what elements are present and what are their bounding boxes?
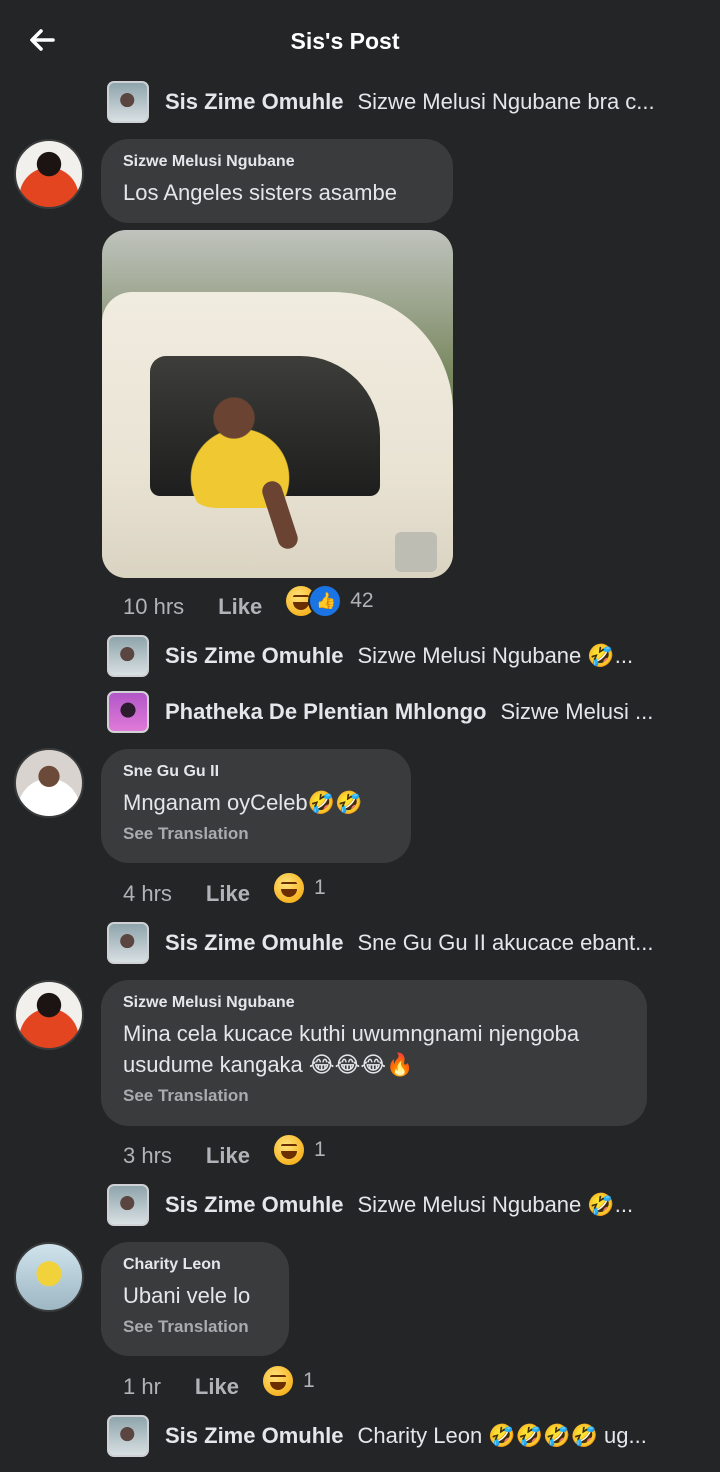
- reply-author[interactable]: Sis Zime Omuhle: [165, 89, 344, 115]
- avatar[interactable]: [107, 1415, 149, 1457]
- reply-text: Charity Leon 🤣🤣🤣🤣 ug...: [357, 1423, 647, 1448]
- comment-time[interactable]: 1 hr: [123, 1374, 161, 1400]
- avatar[interactable]: [14, 1242, 84, 1312]
- headlight: [395, 532, 437, 572]
- like-button[interactable]: Like: [218, 594, 262, 620]
- comment-bubble[interactable]: Sizwe Melusi Ngubane Mina cela kucace ku…: [101, 980, 647, 1126]
- see-translation-link[interactable]: See Translation: [123, 1317, 267, 1337]
- comment-author[interactable]: Sizwe Melusi Ngubane: [123, 994, 625, 1012]
- comment-photo[interactable]: [102, 230, 453, 578]
- avatar[interactable]: [107, 1184, 149, 1226]
- comment-text: Los Angeles sisters asambe: [123, 180, 397, 205]
- avatar[interactable]: [14, 980, 84, 1050]
- haha-reaction-icon: [260, 1364, 295, 1398]
- reply-row[interactable]: Sis Zime Omuhle Sizwe Melusi Ngubane 🤣..…: [107, 1183, 707, 1227]
- comment-meta: 10 hrs Like 42: [123, 584, 374, 624]
- avatar[interactable]: [14, 139, 84, 209]
- comment-meta: 4 hrs Like 1: [123, 871, 326, 911]
- comment-meta: 3 hrs Like 1: [123, 1133, 326, 1173]
- reaction-count: 1: [302, 1369, 315, 1392]
- reaction-count: 1: [313, 876, 326, 899]
- comment-author[interactable]: Sne Gu Gu II: [123, 763, 389, 781]
- reaction-count: 42: [350, 589, 374, 612]
- avatar[interactable]: [14, 748, 84, 818]
- avatar[interactable]: [107, 635, 149, 677]
- reply-text: Sizwe Melusi Ngubane 🤣...: [357, 643, 634, 668]
- comment-time[interactable]: 4 hrs: [123, 881, 172, 907]
- comment-text: Mina cela kucace kuthi uwumngnami njengo…: [123, 1021, 580, 1077]
- like-button[interactable]: Like: [206, 881, 250, 907]
- see-translation-link[interactable]: See Translation: [123, 1086, 625, 1106]
- reply-row[interactable]: Phatheka De Plentian Mhlongo Sizwe Melus…: [107, 690, 707, 734]
- haha-reaction-icon: [271, 871, 306, 905]
- reply-row[interactable]: Sis Zime Omuhle Sizwe Melusi Ngubane bra…: [107, 80, 707, 124]
- page-title: Sis's Post: [290, 28, 400, 54]
- like-reaction-icon: [308, 584, 343, 618]
- comment-author[interactable]: Sizwe Melusi Ngubane: [123, 153, 431, 171]
- reply-row[interactable]: Sis Zime Omuhle Sizwe Melusi Ngubane 🤣..…: [107, 634, 707, 678]
- like-button[interactable]: Like: [195, 1374, 239, 1400]
- like-button[interactable]: Like: [206, 1143, 250, 1169]
- comment-time[interactable]: 10 hrs: [123, 594, 184, 620]
- reply-author[interactable]: Sis Zime Omuhle: [165, 643, 344, 669]
- reaction-summary[interactable]: 1: [260, 1364, 315, 1398]
- reply-author[interactable]: Phatheka De Plentian Mhlongo: [165, 699, 486, 725]
- comment-meta: 1 hr Like 1: [123, 1364, 315, 1404]
- avatar[interactable]: [107, 81, 149, 123]
- reaction-summary[interactable]: 42: [284, 584, 374, 618]
- comment-bubble[interactable]: Sizwe Melusi Ngubane Los Angeles sisters…: [101, 139, 453, 223]
- reply-author[interactable]: Sis Zime Omuhle: [165, 1192, 344, 1218]
- comment-time[interactable]: 3 hrs: [123, 1143, 172, 1169]
- haha-reaction-icon: [271, 1133, 306, 1167]
- reaction-count: 1: [313, 1138, 326, 1161]
- reply-text: Sizwe Melusi Ngubane 🤣...: [357, 1192, 634, 1217]
- comment-text: Ubani vele lo: [123, 1283, 251, 1308]
- avatar[interactable]: [107, 691, 149, 733]
- reply-row[interactable]: Sis Zime Omuhle Sne Gu Gu II akucace eba…: [107, 921, 707, 965]
- see-translation-link[interactable]: See Translation: [123, 824, 389, 844]
- comment-author[interactable]: Charity Leon: [123, 1256, 267, 1274]
- comment-text: Mnganam oyCeleb🤣🤣: [123, 790, 363, 815]
- reply-text: Sne Gu Gu II akucace ebant...: [357, 930, 654, 955]
- reaction-summary[interactable]: 1: [271, 1133, 326, 1167]
- comment-bubble[interactable]: Charity Leon Ubani vele lo See Translati…: [101, 1242, 289, 1356]
- reply-text: Sizwe Melusi ...: [500, 699, 654, 724]
- comment-bubble[interactable]: Sne Gu Gu II Mnganam oyCeleb🤣🤣 See Trans…: [101, 749, 411, 863]
- reply-row[interactable]: Sis Zime Omuhle Charity Leon 🤣🤣🤣🤣 ug...: [107, 1414, 707, 1458]
- reaction-summary[interactable]: 1: [271, 871, 326, 905]
- reply-author[interactable]: Sis Zime Omuhle: [165, 1423, 344, 1449]
- avatar[interactable]: [107, 922, 149, 964]
- reply-text: Sizwe Melusi Ngubane bra c...: [357, 89, 655, 114]
- top-bar: Sis's Post: [0, 0, 720, 84]
- reply-author[interactable]: Sis Zime Omuhle: [165, 930, 344, 956]
